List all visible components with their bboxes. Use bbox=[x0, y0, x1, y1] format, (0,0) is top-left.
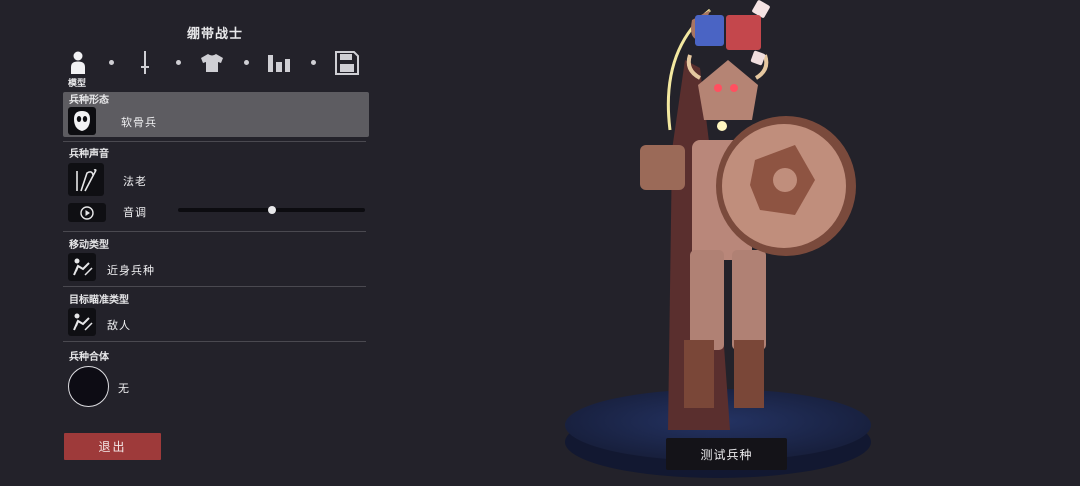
tab-weapons[interactable] bbox=[132, 50, 158, 76]
section-label-form: 兵种形态 bbox=[69, 95, 109, 106]
primary-color-swatch[interactable] bbox=[695, 15, 724, 46]
unit-editor-panel: 绷带战士 模型 兵种形态 软骨兵 兵种声音 法老 音调 移动类型 近身兵种 目标… bbox=[63, 0, 369, 486]
pitch-label: 音调 bbox=[123, 206, 147, 219]
tab-separator-dot bbox=[109, 60, 114, 65]
save-icon bbox=[335, 51, 359, 75]
unit-preview-scene[interactable] bbox=[560, 0, 890, 486]
tab-model[interactable] bbox=[65, 50, 91, 76]
voice-icon-button[interactable] bbox=[68, 163, 104, 196]
pitch-slider[interactable] bbox=[178, 206, 365, 214]
bandage-warrior-model bbox=[640, 8, 856, 430]
exit-button[interactable]: 退出 bbox=[64, 433, 161, 460]
movement-icon-button[interactable] bbox=[68, 253, 96, 281]
shirt-icon bbox=[201, 54, 223, 72]
tab-clothing[interactable] bbox=[199, 50, 225, 76]
tab-save[interactable] bbox=[334, 50, 360, 76]
section-divider bbox=[63, 231, 366, 232]
mask-icon bbox=[74, 111, 90, 131]
section-label-targeting: 目标瞄准类型 bbox=[69, 295, 129, 306]
stats-icon bbox=[268, 55, 290, 72]
section-label-voice: 兵种声音 bbox=[69, 149, 109, 160]
play-voice-button[interactable] bbox=[68, 203, 106, 222]
staff-icon bbox=[76, 168, 97, 191]
merge-unit-slot[interactable] bbox=[68, 366, 109, 407]
section-divider bbox=[63, 141, 366, 142]
targeting-icon-button[interactable] bbox=[68, 308, 96, 336]
tab-separator-dot bbox=[176, 60, 181, 65]
tab-separator-dot bbox=[311, 60, 316, 65]
play-icon bbox=[80, 205, 94, 220]
tab-stats[interactable] bbox=[266, 50, 292, 76]
target-enemy-icon bbox=[73, 313, 93, 331]
unit-name-title: 绷带战士 bbox=[186, 27, 243, 42]
sword-icon bbox=[141, 51, 149, 74]
voice-value: 法老 bbox=[123, 175, 147, 188]
tab-separator-dot bbox=[244, 60, 249, 65]
section-divider bbox=[63, 286, 366, 287]
secondary-color-swatch[interactable] bbox=[726, 15, 761, 50]
editor-tabs: 模型 bbox=[63, 46, 369, 89]
melee-icon bbox=[73, 258, 93, 276]
movement-value: 近身兵种 bbox=[107, 264, 155, 277]
tab-model-label: 模型 bbox=[68, 79, 87, 89]
pitch-slider-knob[interactable] bbox=[267, 206, 276, 214]
form-value: 软骨兵 bbox=[121, 116, 157, 129]
section-label-merge: 兵种合体 bbox=[69, 352, 109, 363]
person-icon bbox=[71, 51, 85, 74]
section-label-movement: 移动类型 bbox=[69, 240, 109, 251]
section-divider bbox=[63, 341, 366, 342]
merge-value: 无 bbox=[118, 382, 130, 395]
form-icon-button[interactable] bbox=[68, 107, 96, 135]
targeting-value: 敌人 bbox=[107, 319, 131, 332]
test-unit-button[interactable]: 测试兵种 bbox=[666, 438, 787, 470]
